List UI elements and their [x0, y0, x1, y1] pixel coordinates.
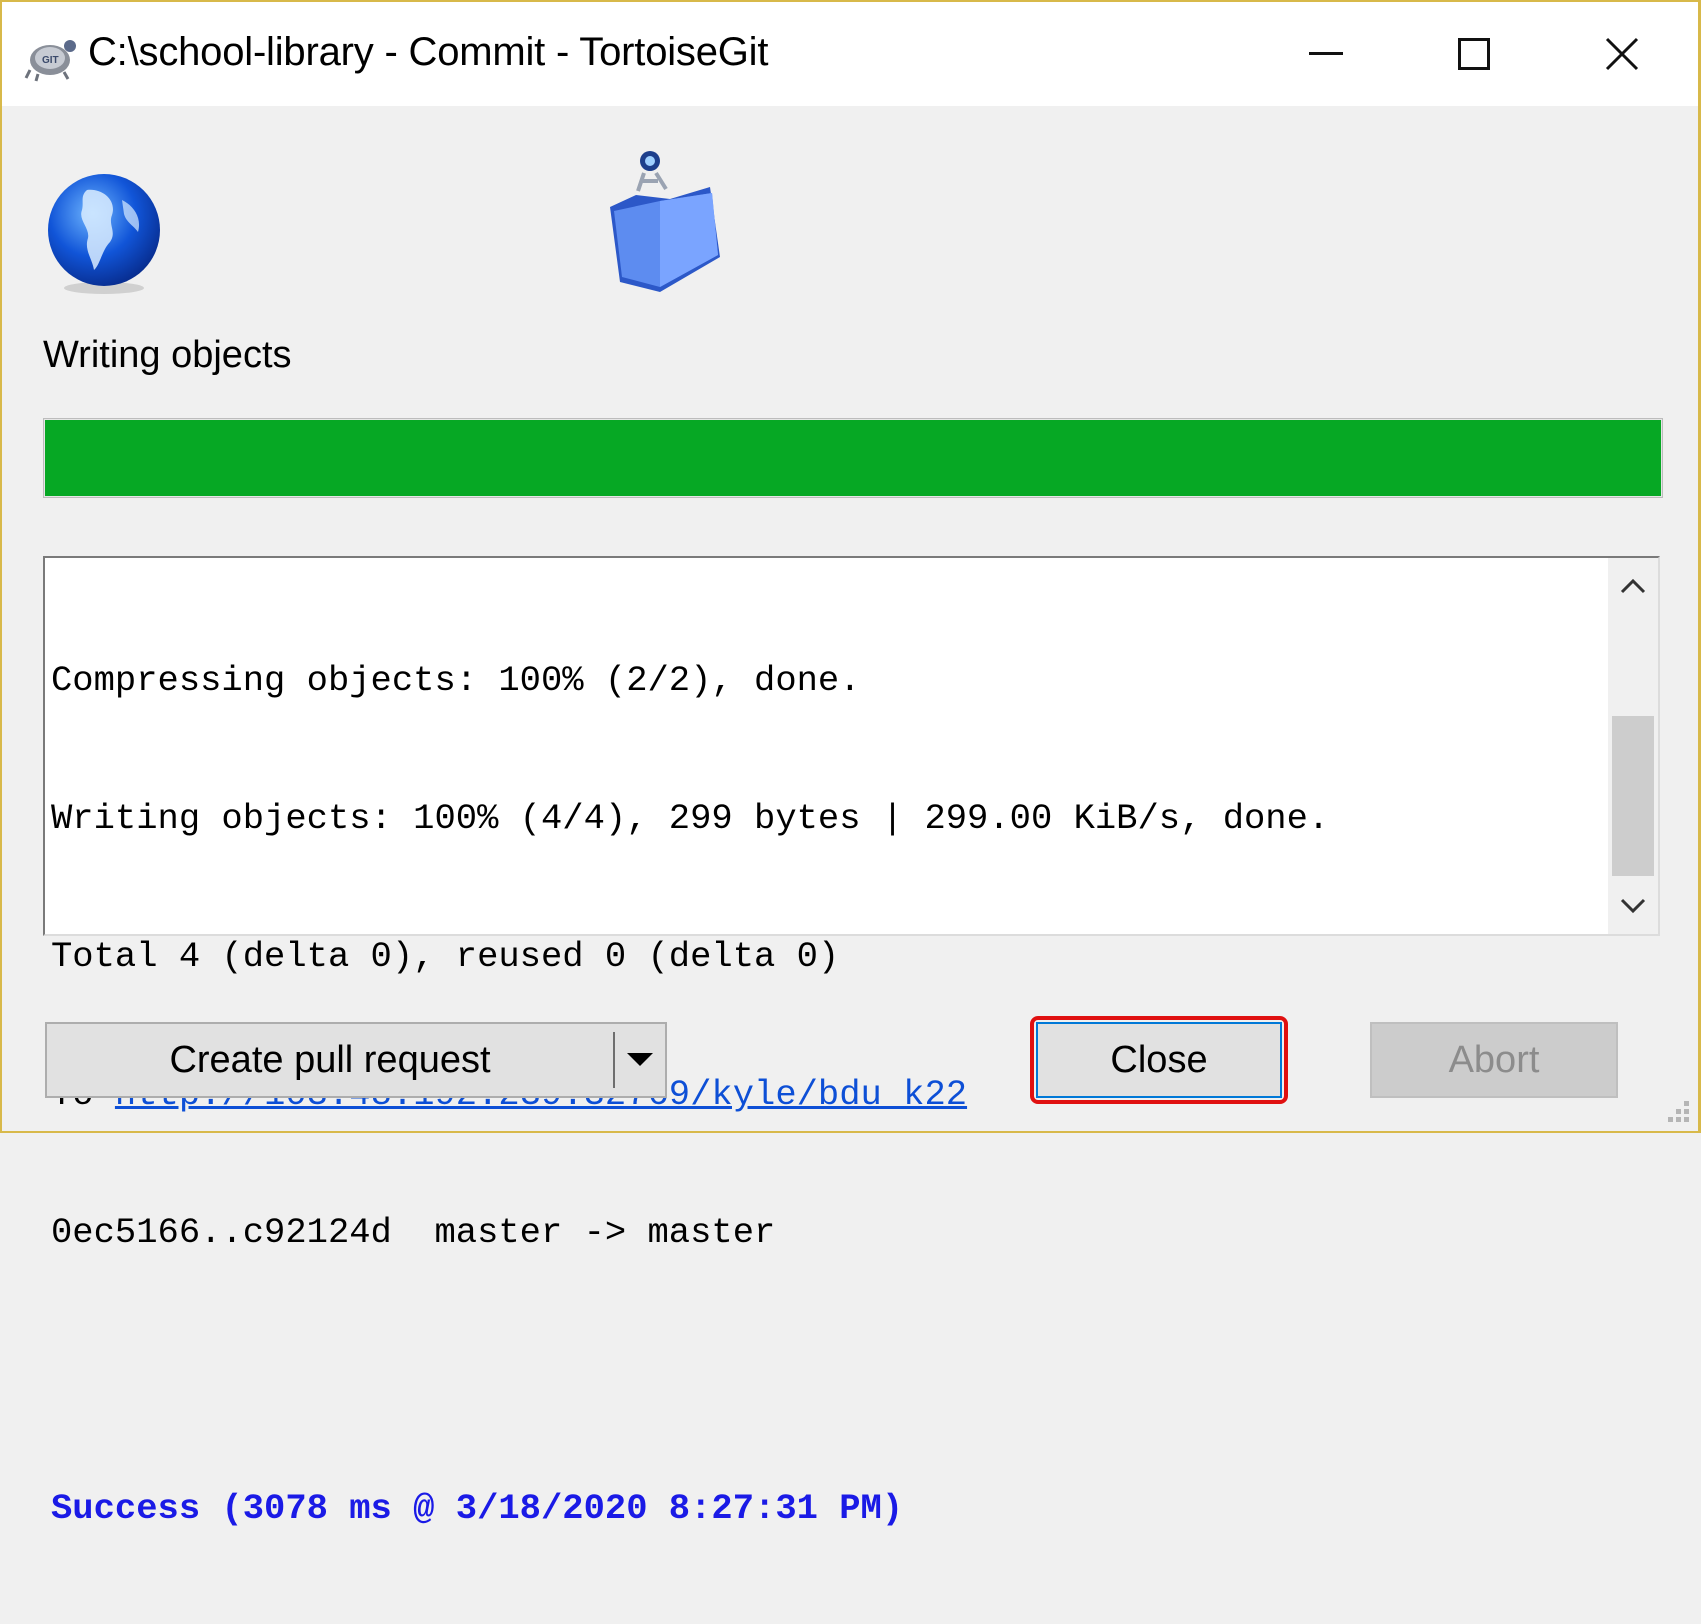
output-log[interactable]: Compressing objects: 100% (2/2), done. W…: [43, 556, 1660, 1529]
success-message: Success (3078 ms @ 3/18/2020 8:27:31 PM): [51, 1488, 904, 1529]
svg-text:GIT: GIT: [42, 55, 59, 66]
folder-icon: [610, 151, 720, 292]
operation-status-label: Writing objects: [43, 334, 292, 376]
window-title: C:\school-library - Commit - TortoiseGit: [88, 30, 769, 74]
scroll-down-button[interactable]: [1608, 878, 1658, 934]
close-window-button[interactable]: [1548, 2, 1696, 106]
progress-bar: [43, 418, 1663, 498]
chevron-up-icon: [1620, 578, 1646, 594]
log-line: Total 4 (delta 0), reused 0 (delta 0): [51, 936, 840, 977]
minimize-icon: [1309, 52, 1343, 55]
close-button[interactable]: Close: [1036, 1022, 1282, 1098]
minimize-button[interactable]: [1252, 2, 1400, 106]
abort-button[interactable]: Abort: [1370, 1022, 1618, 1098]
tortoisegit-icon: GIT: [24, 40, 76, 82]
close-icon: [1605, 37, 1639, 71]
log-line: 0ec5166..c92124d master -> master: [51, 1212, 776, 1253]
log-scrollbar[interactable]: [1608, 558, 1658, 934]
split-dropdown-button[interactable]: [615, 1024, 665, 1096]
maximize-button[interactable]: [1400, 2, 1548, 106]
globe-icon: [48, 174, 160, 294]
chevron-down-icon: [1620, 898, 1646, 914]
create-pull-request-label: Create pull request: [169, 1038, 491, 1081]
log-line: Writing objects: 100% (4/4), 299 bytes |…: [51, 798, 1330, 839]
abort-button-label: Abort: [1448, 1038, 1540, 1081]
create-pull-request-split-button[interactable]: Create pull request: [45, 1022, 667, 1098]
create-pull-request-button[interactable]: Create pull request: [47, 1024, 613, 1096]
title-bar[interactable]: GIT C:\school-library - Commit - Tortois…: [2, 2, 1698, 106]
caret-down-icon: [627, 1053, 653, 1066]
log-line: Compressing objects: 100% (2/2), done.: [51, 660, 861, 701]
scroll-up-button[interactable]: [1608, 558, 1658, 614]
progress-bar-fill: [45, 420, 1661, 496]
commit-progress-window: GIT C:\school-library - Commit - Tortois…: [0, 0, 1701, 1529]
maximize-icon: [1458, 38, 1490, 70]
log-blank-line: [51, 1348, 1602, 1394]
resize-grip-icon[interactable]: [1658, 1091, 1692, 1125]
scroll-thumb[interactable]: [1612, 716, 1654, 876]
close-button-label: Close: [1110, 1038, 1208, 1081]
